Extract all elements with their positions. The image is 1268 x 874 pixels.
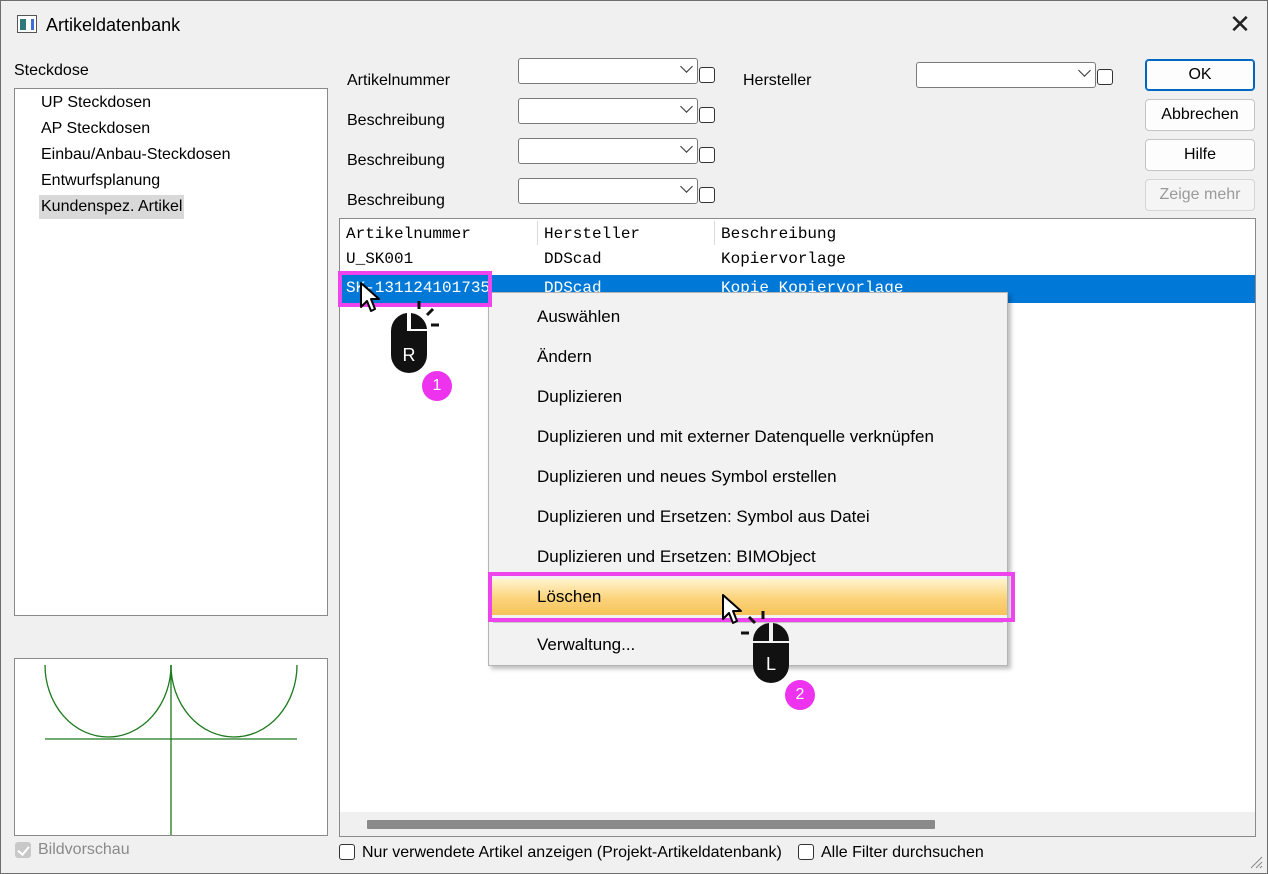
used-only-label: Nur verwendete Artikel anzeigen (Projekt…	[362, 844, 782, 861]
category-item-ap-steckdosen[interactable]: AP Steckdosen	[39, 117, 152, 141]
category-item-up-steckdosen[interactable]: UP Steckdosen	[39, 91, 153, 115]
chevron-down-icon	[680, 180, 693, 193]
filter-beschreibung3-label: Beschreibung	[347, 192, 445, 209]
symbol-preview	[14, 658, 328, 836]
filter-beschreibung2-checkbox[interactable]	[699, 147, 715, 163]
filter-beschreibung3-combo[interactable]	[518, 178, 698, 204]
chevron-down-icon	[680, 60, 693, 73]
preview-checkbox-label: Bildvorschau	[38, 841, 130, 858]
filter-beschreibung1-combo[interactable]	[518, 98, 698, 124]
menu-item-duplizieren[interactable]: Duplizieren	[489, 379, 1007, 415]
filter-beschreibung2-label: Beschreibung	[347, 152, 445, 169]
left-mouse-click-icon	[741, 611, 790, 683]
chevron-down-icon	[1078, 64, 1091, 77]
preview-checkbox[interactable]	[15, 842, 31, 858]
filter-beschreibung1-checkbox[interactable]	[699, 107, 715, 123]
row1-beschreibung[interactable]: Kopiervorlage	[721, 250, 846, 268]
filter-artikelnummer-checkbox[interactable]	[699, 67, 715, 83]
category-list[interactable]: UP Steckdosen AP Steckdosen Einbau/Anbau…	[14, 88, 328, 616]
filter-artikelnummer-combo[interactable]	[518, 58, 698, 84]
row1-artikelnummer[interactable]: U_SK001	[346, 250, 413, 268]
menu-item-aendern[interactable]: Ändern	[489, 339, 1007, 375]
step-badge-2: 2	[785, 680, 815, 710]
menu-item-auswaehlen[interactable]: Auswählen	[489, 299, 1007, 335]
scrollbar-thumb[interactable]	[367, 820, 935, 829]
all-filters-label: Alle Filter durchsuchen	[821, 844, 984, 861]
cancel-button[interactable]: Abbrechen	[1145, 99, 1255, 131]
chevron-down-icon	[680, 100, 693, 113]
menu-item-duplizieren-bimobject[interactable]: Duplizieren und Ersetzen: BIMObject	[489, 539, 1007, 575]
resize-grip-icon[interactable]	[1247, 853, 1263, 869]
row1-hersteller[interactable]: DDScad	[544, 250, 602, 268]
help-button[interactable]: Hilfe	[1145, 139, 1255, 171]
left-mouse-letter: L	[765, 654, 776, 674]
ok-button[interactable]: OK	[1145, 59, 1255, 91]
filter-beschreibung2-combo[interactable]	[518, 138, 698, 164]
used-only-checkbox[interactable]	[339, 844, 355, 860]
menu-item-duplizieren-extern[interactable]: Duplizieren und mit externer Datenquelle…	[489, 419, 1007, 455]
filter-beschreibung3-checkbox[interactable]	[699, 187, 715, 203]
filter-beschreibung1-label: Beschreibung	[347, 112, 445, 129]
close-button[interactable]: ✕	[1223, 7, 1257, 41]
title-bar: Artikeldatenbank ✕	[1, 1, 1267, 47]
column-header-beschreibung[interactable]: Beschreibung	[721, 225, 836, 243]
column-separator[interactable]	[714, 221, 715, 245]
column-header-hersteller[interactable]: Hersteller	[544, 225, 640, 243]
chevron-down-icon	[680, 140, 693, 153]
right-mouse-letter: R	[402, 345, 416, 365]
filter-artikelnummer-label: Artikelnummer	[347, 72, 451, 89]
menu-item-duplizieren-symbol-datei[interactable]: Duplizieren und Ersetzen: Symbol aus Dat…	[489, 499, 1007, 535]
filter-hersteller-combo[interactable]	[916, 62, 1096, 88]
category-item-kundenspez-artikel[interactable]: Kundenspez. Artikel	[39, 195, 185, 219]
socket-symbol-graphic	[44, 664, 298, 835]
step-badge-1: 1	[422, 371, 452, 401]
cursor-arrow-icon	[360, 282, 380, 312]
category-label: Steckdose	[14, 62, 89, 79]
show-more-button[interactable]: Zeige mehr	[1145, 179, 1255, 211]
filter-hersteller-checkbox[interactable]	[1097, 69, 1113, 85]
app-icon	[17, 15, 37, 33]
column-separator[interactable]	[537, 221, 538, 245]
category-item-einbau-anbau[interactable]: Einbau/Anbau-Steckdosen	[39, 143, 232, 167]
horizontal-scrollbar[interactable]	[340, 812, 1255, 836]
category-item-entwurfsplanung[interactable]: Entwurfsplanung	[39, 169, 162, 193]
all-filters-checkbox[interactable]	[798, 844, 814, 860]
window-title: Artikeldatenbank	[46, 15, 181, 35]
filter-hersteller-label: Hersteller	[743, 72, 812, 89]
menu-item-duplizieren-neues-symbol[interactable]: Duplizieren und neues Symbol erstellen	[489, 459, 1007, 495]
column-header-artikelnummer[interactable]: Artikelnummer	[346, 225, 471, 243]
dialog-window: Artikeldatenbank ✕ Steckdose UP Steckdos…	[0, 0, 1268, 874]
